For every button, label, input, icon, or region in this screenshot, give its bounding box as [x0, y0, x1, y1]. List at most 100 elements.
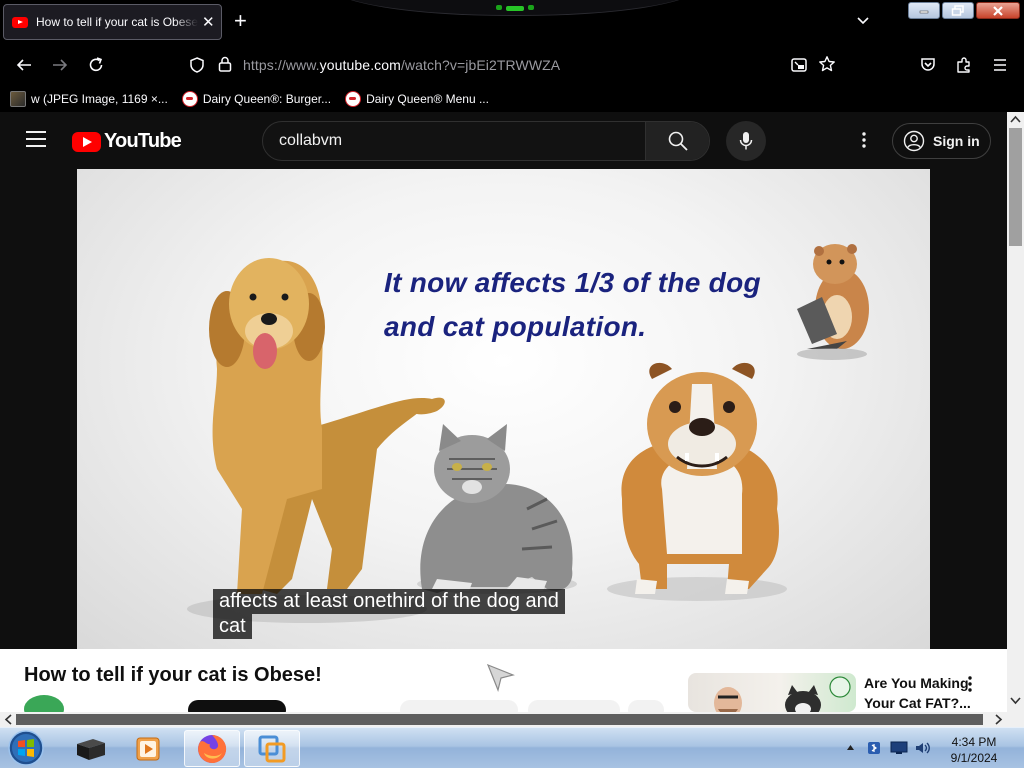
hamster-laptop-illustration [797, 244, 869, 360]
tracking-shield-icon[interactable] [188, 56, 206, 74]
clock-date: 9/1/2024 [950, 751, 998, 765]
lock-icon[interactable] [217, 55, 233, 73]
volume-speaker-icon[interactable] [914, 739, 932, 757]
dairy-queen-logo-icon [345, 91, 362, 107]
bulldog-illustration [621, 362, 779, 594]
reload-button[interactable] [86, 55, 106, 75]
youtube-wordmark: YouTube [104, 130, 182, 152]
show-hidden-icons-icon[interactable] [846, 744, 855, 751]
list-all-tabs-chevron-icon[interactable] [856, 14, 870, 28]
back-arrow-icon [16, 59, 31, 71]
minimize-icon [919, 10, 929, 13]
guide-menu-icon[interactable] [26, 131, 46, 147]
tab-youtube[interactable]: How to tell if your cat is Obese! ✕ [3, 4, 222, 40]
firefox-icon [198, 734, 227, 763]
bookmark-label: Dairy Queen®: Burger... [202, 92, 332, 106]
taskbar-media-player-app[interactable] [120, 730, 176, 767]
url-host: youtube.com [319, 57, 401, 73]
vertical-scrollbar[interactable] [1007, 112, 1024, 712]
vertical-scroll-thumb[interactable] [1009, 128, 1022, 246]
scroll-down-arrow-icon[interactable] [1010, 697, 1021, 705]
video-player[interactable]: It now affects 1/3 of the dog and cat po… [77, 169, 930, 649]
sign-in-button[interactable]: Sign in [892, 123, 991, 159]
recommended-video-thumbnail[interactable] [688, 673, 856, 712]
like-dislike-button[interactable] [400, 700, 518, 712]
settings-button[interactable] [852, 128, 876, 152]
youtube-logo[interactable]: YouTube [72, 130, 182, 153]
bookmark-dairy-queen-burger[interactable]: Dairy Queen®: Burger... [181, 91, 332, 107]
voice-search-button[interactable] [726, 121, 766, 161]
horizontal-scrollbar[interactable] [0, 712, 1007, 727]
terminal-box-icon [77, 738, 105, 760]
channel-avatar[interactable] [24, 695, 64, 712]
pocket-button[interactable] [918, 55, 938, 75]
window-notch [330, 0, 700, 16]
display-monitor-icon[interactable] [890, 741, 908, 755]
video-frame-illustration [187, 244, 869, 623]
network-bluetooth-icon[interactable] [866, 740, 882, 756]
taskbar-terminal-app[interactable] [62, 730, 118, 767]
close-window-button[interactable] [976, 2, 1020, 19]
subscribe-button[interactable] [188, 700, 286, 712]
bookmark-star-icon[interactable] [818, 55, 836, 73]
video-title: How to tell if your cat is Obese! [24, 664, 322, 686]
bookmark-label: Dairy Queen® Menu ... [366, 92, 489, 106]
vmware-icon [258, 735, 286, 762]
restore-icon [951, 5, 964, 16]
scrollbar-corner [1007, 712, 1024, 727]
scroll-right-arrow-icon[interactable] [995, 714, 1003, 725]
start-button[interactable] [6, 729, 46, 767]
bookmark-label: w (JPEG Image, 1169 ×... [31, 92, 168, 106]
scroll-up-arrow-icon[interactable] [1010, 115, 1021, 123]
new-tab-button[interactable]: + [234, 10, 247, 32]
youtube-play-icon [72, 131, 101, 152]
minimize-button[interactable] [908, 2, 940, 19]
clock-time: 4:34 PM [951, 735, 997, 749]
window-controls [908, 2, 1020, 19]
close-icon [993, 5, 1003, 16]
reload-icon [89, 57, 103, 72]
puzzle-piece-icon [957, 57, 970, 73]
url-scheme: https://www. [243, 57, 320, 73]
image-thumbnail-icon [10, 91, 26, 107]
pocket-icon [921, 58, 935, 71]
extensions-button[interactable] [954, 55, 974, 75]
forward-button[interactable] [50, 55, 70, 75]
hamburger-menu-icon [994, 59, 1006, 71]
media-player-icon [136, 737, 160, 760]
taskbar-firefox-app[interactable] [184, 730, 240, 767]
scroll-left-arrow-icon[interactable] [4, 714, 12, 725]
screen: How to tell if your cat is Obese! ✕ + ht… [0, 0, 1024, 768]
app-menu-button[interactable] [990, 55, 1010, 75]
restore-button[interactable] [942, 2, 974, 19]
search-button[interactable] [645, 122, 709, 160]
video-info-section: How to tell if your cat is Obese! Are Yo… [0, 649, 1007, 712]
picture-in-picture-icon[interactable] [790, 56, 808, 74]
windows-taskbar: 4:34 PM 9/1/2024 [0, 727, 1024, 768]
sign-in-label: Sign in [933, 133, 980, 149]
more-actions-button[interactable] [628, 700, 664, 712]
caption-line-2: cat [213, 614, 252, 639]
system-clock[interactable]: 4:34 PM 9/1/2024 [946, 734, 1002, 766]
horizontal-scroll-thumb[interactable] [16, 714, 983, 725]
bookmark-dairy-queen-menu[interactable]: Dairy Queen® Menu ... [345, 91, 489, 107]
thumbnail-image [714, 676, 851, 712]
share-button[interactable] [528, 700, 620, 712]
search-input[interactable]: collabvm [279, 132, 342, 150]
dairy-queen-logo-icon [181, 91, 198, 107]
url-text[interactable]: https://www.youtube.com/watch?v=jbEi2TRW… [243, 57, 560, 73]
tab-close-button[interactable]: ✕ [202, 15, 215, 30]
bookmark-jpeg-image[interactable]: w (JPEG Image, 1169 ×... [10, 91, 168, 107]
taskbar-vmware-app[interactable] [244, 730, 300, 767]
youtube-favicon-icon [12, 16, 28, 28]
url-bar[interactable]: https://www.youtube.com/watch?v=jbEi2TRW… [182, 49, 848, 81]
nav-toolbar: https://www.youtube.com/watch?v=jbEi2TRW… [0, 44, 1024, 86]
tab-strip: How to tell if your cat is Obese! ✕ + [0, 0, 1024, 44]
recommendation-more-icon[interactable] [968, 676, 972, 692]
tab-title: How to tell if your cat is Obese! [36, 15, 198, 29]
search-box[interactable]: collabvm [262, 121, 710, 161]
youtube-page: YouTube collabvm Sign in It now affects … [0, 112, 1007, 712]
bookmarks-toolbar: w (JPEG Image, 1169 ×... Dairy Queen®: B… [0, 86, 1024, 112]
back-button[interactable] [14, 55, 34, 75]
recommended-video-title[interactable]: Are You Making Your Cat FAT?... [864, 673, 974, 712]
